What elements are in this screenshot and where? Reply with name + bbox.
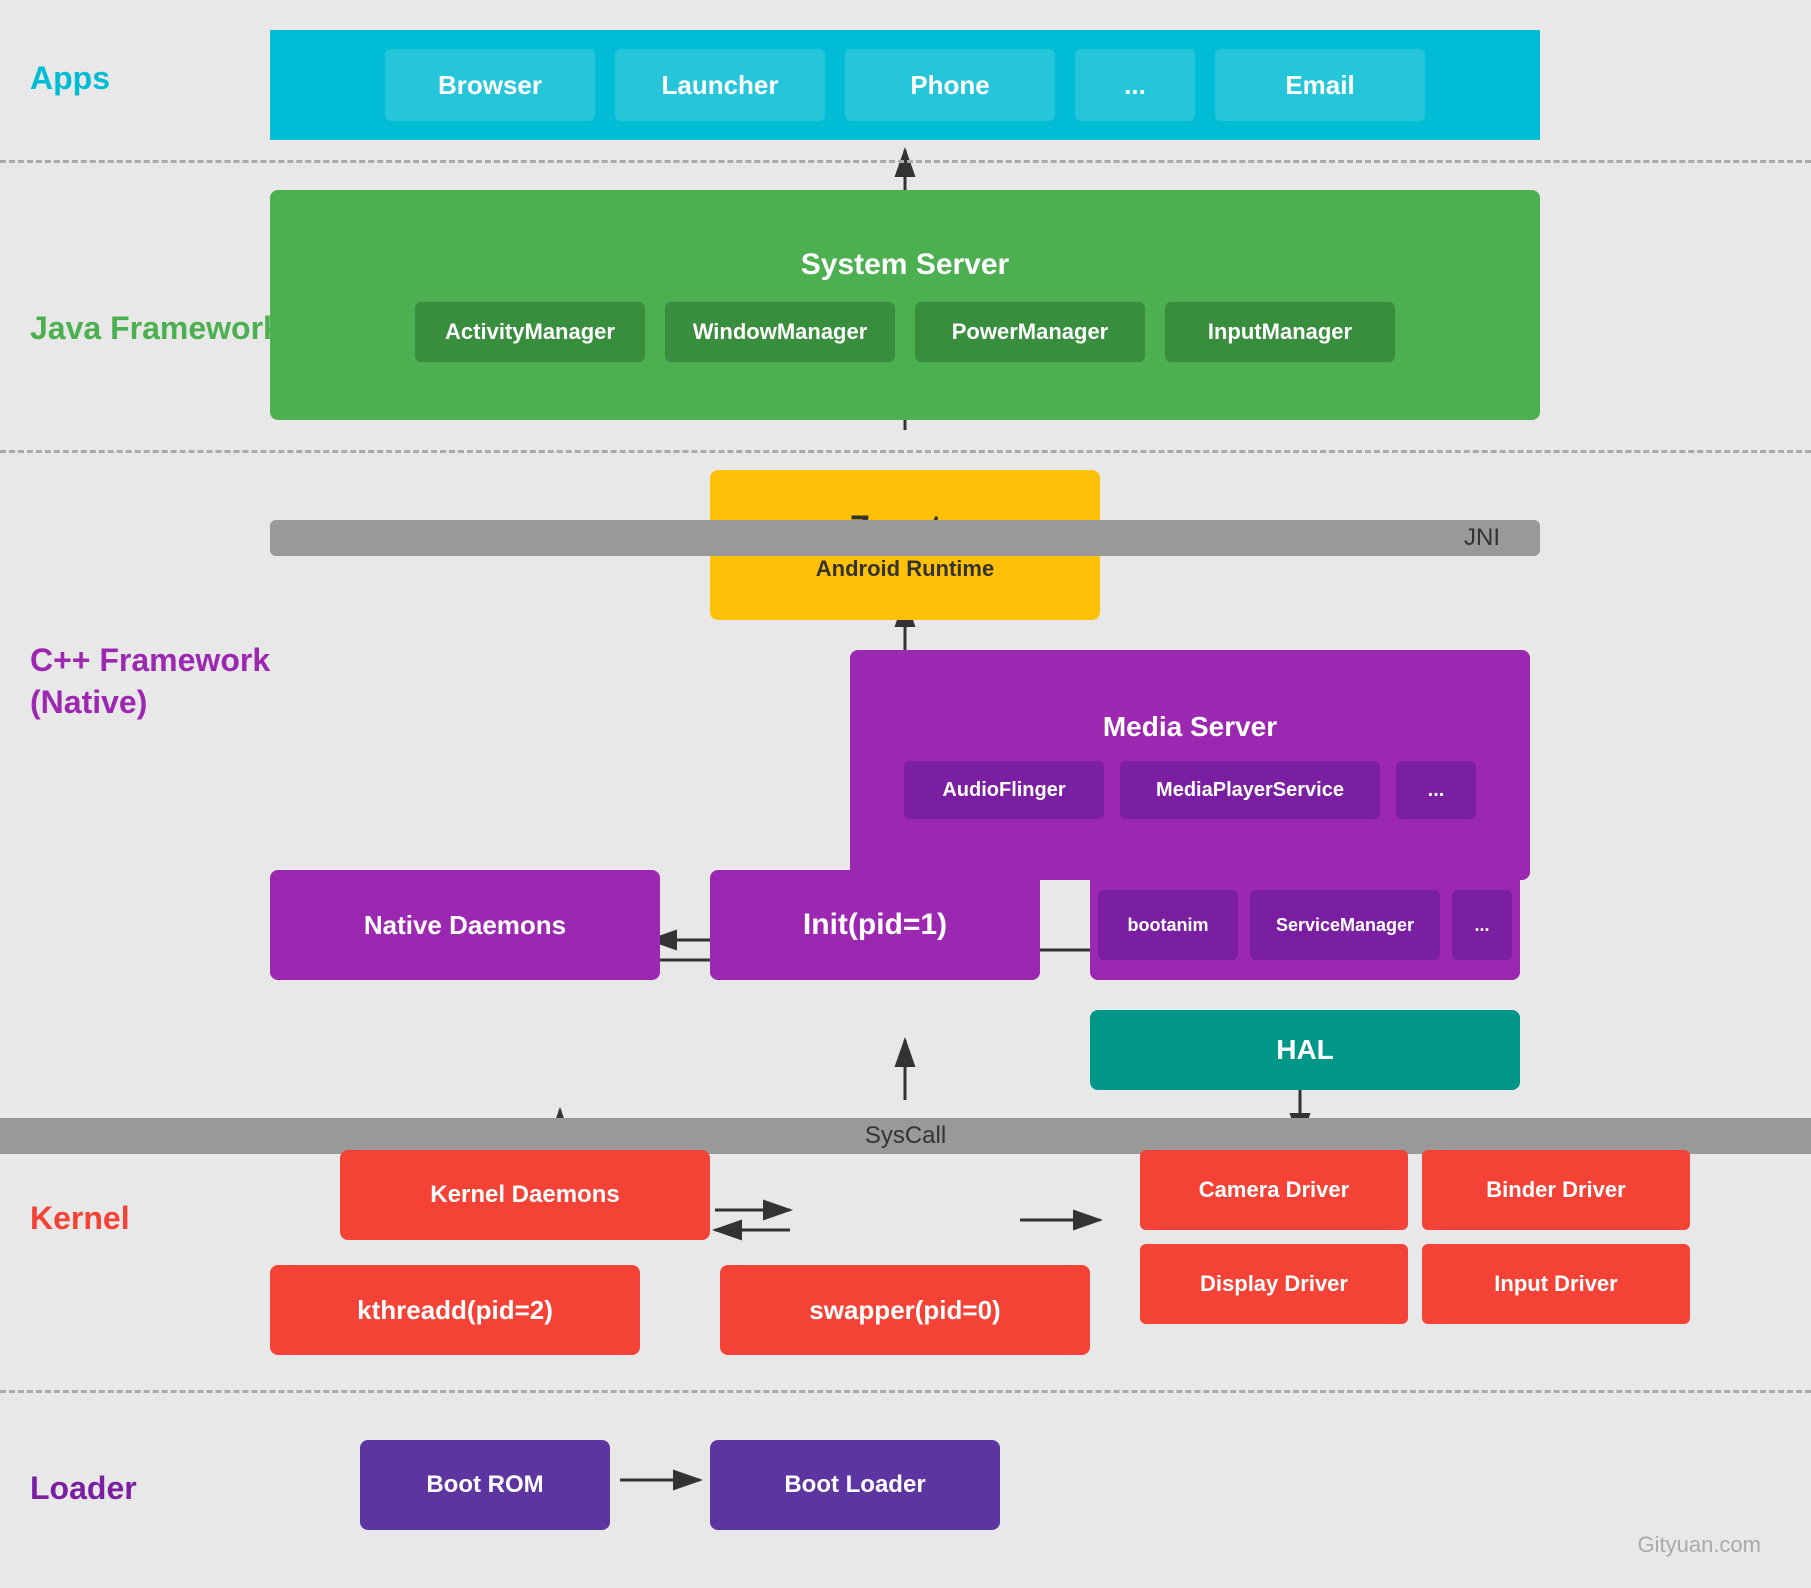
display-driver: Display Driver [1140, 1244, 1408, 1324]
apps-launcher: Launcher [615, 49, 825, 121]
system-server-title: System Server [801, 248, 1009, 282]
jni-label: JNI [1464, 524, 1500, 552]
activity-manager: ActivityManager [415, 302, 645, 362]
native-daemons-box: Native Daemons [270, 870, 660, 980]
boot-loader: Boot Loader [710, 1440, 1000, 1530]
apps-phone: Phone [845, 49, 1055, 121]
apps-email: Email [1215, 49, 1425, 121]
loader-label: Loader [30, 1470, 137, 1507]
power-manager: PowerManager [915, 302, 1145, 362]
service-manager: ServiceManager [1250, 890, 1440, 960]
right-dots: ... [1452, 890, 1512, 960]
apps-dots: ... [1075, 49, 1195, 121]
input-manager: InputManager [1165, 302, 1395, 362]
drivers-grid: Camera Driver Binder Driver Display Driv… [1140, 1150, 1690, 1324]
syscall-label: SysCall [865, 1122, 946, 1150]
dashed-line-2 [0, 450, 1811, 453]
media-server-container: Media Server AudioFlinger MediaPlayerSer… [850, 650, 1530, 880]
cpp-framework-label: C++ Framework(Native) [30, 640, 270, 723]
apps-label: Apps [30, 60, 110, 97]
syscall-bar: SysCall [0, 1118, 1811, 1154]
dashed-line-4 [0, 1390, 1811, 1393]
system-server-container: System Server ActivityManager WindowMana… [270, 190, 1540, 420]
kernel-label: Kernel [30, 1200, 130, 1237]
android-runtime: Android Runtime [816, 556, 994, 582]
watermark: Gityuan.com [1638, 1532, 1762, 1558]
right-cluster: bootanim ServiceManager ... [1090, 870, 1520, 980]
java-framework-label: Java Framework [30, 310, 281, 347]
audio-flinger: AudioFlinger [904, 761, 1104, 819]
jni-bar: JNI [270, 520, 1540, 556]
apps-browser: Browser [385, 49, 595, 121]
boot-rom: Boot ROM [360, 1440, 610, 1530]
kthreadd-box: kthreadd(pid=2) [270, 1265, 640, 1355]
input-driver: Input Driver [1422, 1244, 1690, 1324]
media-server-title: Media Server [1103, 711, 1277, 743]
dashed-line-1 [0, 160, 1811, 163]
window-manager: WindowManager [665, 302, 895, 362]
binder-driver: Binder Driver [1422, 1150, 1690, 1230]
media-player-service: MediaPlayerService [1120, 761, 1380, 819]
camera-driver: Camera Driver [1140, 1150, 1408, 1230]
media-dots: ... [1396, 761, 1476, 819]
bootanim: bootanim [1098, 890, 1238, 960]
kernel-daemons: Kernel Daemons [340, 1150, 710, 1240]
init-box: Init(pid=1) [710, 870, 1040, 980]
swapper-box: swapper(pid=0) [720, 1265, 1090, 1355]
hal-box: HAL [1090, 1010, 1520, 1090]
apps-container: Browser Launcher Phone ... Email [270, 30, 1540, 140]
